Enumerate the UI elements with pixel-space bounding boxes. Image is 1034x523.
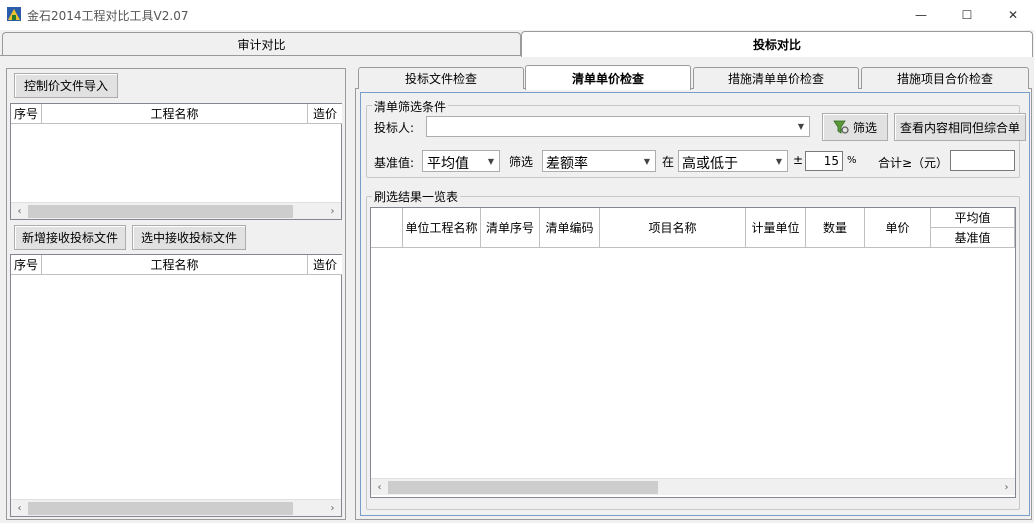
scrollbar-thumb[interactable] — [28, 205, 293, 218]
dropdown-arrow-icon[interactable]: ▼ — [639, 151, 655, 171]
scroll-right-arrow-icon[interactable]: › — [998, 479, 1015, 496]
column-header-cost[interactable]: 造价 — [308, 104, 342, 124]
column-header-index[interactable]: 序号 — [11, 104, 42, 124]
tab-bid-file-check[interactable]: 投标文件检查 — [358, 67, 524, 89]
bidder-select[interactable]: ▼ — [426, 116, 810, 137]
select-bid-file-button[interactable]: 选中接收投标文件 — [132, 225, 246, 250]
filter-group-title: 清单筛选条件 — [372, 98, 449, 115]
row-indicator-header — [371, 208, 403, 248]
filter-button-label: 筛选 — [852, 120, 877, 135]
column-header-quantity[interactable]: 数量 — [806, 208, 865, 248]
scroll-left-arrow-icon[interactable]: ‹ — [11, 500, 28, 517]
filter-type-select[interactable]: 差额率 ▼ — [542, 150, 656, 172]
percent-input[interactable]: 15 — [805, 151, 843, 171]
scroll-left-arrow-icon[interactable]: ‹ — [371, 479, 388, 496]
base-value-label: 基准值: — [374, 156, 415, 170]
scroll-right-arrow-icon[interactable]: › — [324, 203, 341, 220]
total-label: 合计≥（元） — [878, 156, 949, 170]
tab-measure-total-check[interactable]: 措施项目合价检查 — [861, 67, 1029, 89]
column-header-unit-project[interactable]: 单位工程名称 — [403, 208, 481, 248]
filter-funnel-icon — [833, 120, 849, 134]
filter-type-value: 差额率 — [546, 156, 588, 172]
dropdown-arrow-icon[interactable]: ▼ — [483, 151, 499, 171]
control-price-grid[interactable]: 序号 工程名称 造价 ‹ › — [10, 103, 342, 220]
bidder-label: 投标人: — [374, 121, 415, 135]
at-label: 在 — [662, 155, 675, 169]
horizontal-scrollbar[interactable]: ‹ › — [11, 202, 341, 219]
results-group-title: 刷选结果一览表 — [372, 188, 461, 205]
scroll-right-arrow-icon[interactable]: › — [324, 500, 341, 517]
tab-unit-price-check[interactable]: 清单单价检查 — [525, 65, 691, 90]
column-header-index[interactable]: 序号 — [11, 255, 42, 275]
column-header-project-name[interactable]: 工程名称 — [42, 255, 308, 275]
tab-measure-unit-price-check[interactable]: 措施清单单价检查 — [693, 67, 859, 89]
dropdown-arrow-icon[interactable]: ▼ — [771, 151, 787, 171]
column-header-unit-price[interactable]: 单价 — [865, 208, 931, 248]
scrollbar-thumb[interactable] — [388, 481, 658, 494]
minimize-button[interactable]: — — [898, 0, 944, 30]
column-header-project-name[interactable]: 工程名称 — [42, 104, 308, 124]
app-logo-icon — [7, 7, 21, 21]
column-header-base-value[interactable]: 基准值 — [931, 228, 1015, 248]
horizontal-scrollbar[interactable]: ‹ › — [371, 478, 1015, 495]
tab-baseline — [0, 55, 521, 56]
window-title: 金石2014工程对比工具V2.07 — [27, 9, 189, 23]
dropdown-arrow-icon[interactable]: ▼ — [793, 117, 809, 136]
column-header-unit[interactable]: 计量单位 — [746, 208, 806, 248]
tab-audit-compare[interactable]: 审计对比 — [2, 32, 521, 56]
scrollbar-thumb[interactable] — [28, 502, 293, 515]
column-header-bill-index[interactable]: 清单序号 — [481, 208, 540, 248]
condition-select[interactable]: 高或低于 ▼ — [678, 150, 788, 172]
scroll-left-arrow-icon[interactable]: ‹ — [11, 203, 28, 220]
bid-file-grid[interactable]: 序号 工程名称 造价 ‹ › — [10, 254, 342, 517]
title-bar: 金石2014工程对比工具V2.07 — ☐ ✕ — [0, 0, 1034, 30]
total-input[interactable] — [950, 150, 1015, 171]
import-control-price-button[interactable]: 控制价文件导入 — [14, 73, 118, 98]
tab-bid-compare[interactable]: 投标对比 — [521, 31, 1033, 57]
column-header-item-name[interactable]: 项目名称 — [600, 208, 746, 248]
percent-unit-label: % — [847, 155, 857, 166]
column-header-cost[interactable]: 造价 — [308, 255, 342, 275]
column-header-average[interactable]: 平均值 — [931, 208, 1015, 228]
column-header-bill-code[interactable]: 清单编码 — [540, 208, 600, 248]
base-value-select[interactable]: 平均值 ▼ — [422, 150, 500, 172]
close-button[interactable]: ✕ — [990, 0, 1034, 30]
add-bid-file-button[interactable]: 新增接收投标文件 — [14, 225, 126, 250]
base-value: 平均值 — [427, 156, 469, 172]
results-grid[interactable]: 单位工程名称 清单序号 清单编码 项目名称 计量单位 数量 单价 平均值 基准值… — [370, 207, 1016, 498]
condition-value: 高或低于 — [682, 156, 738, 172]
view-same-content-button[interactable]: 查看内容相同但综合单 — [894, 113, 1026, 141]
filter-button[interactable]: 筛选 — [822, 113, 888, 141]
filter-type-label: 筛选 — [509, 155, 534, 169]
horizontal-scrollbar[interactable]: ‹ › — [11, 499, 341, 516]
plus-minus-label: ± — [793, 153, 804, 167]
maximize-button[interactable]: ☐ — [944, 0, 990, 30]
